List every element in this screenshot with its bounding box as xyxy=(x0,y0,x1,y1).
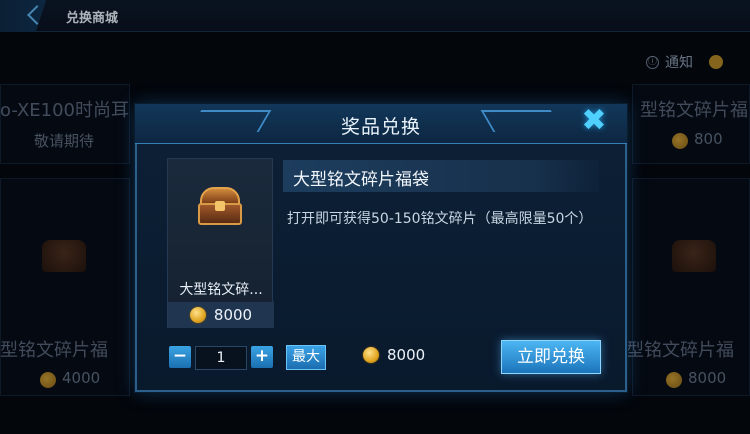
item-card-price: 8000 xyxy=(168,302,274,328)
item-card-name: 大型铭文碎... xyxy=(179,282,263,298)
quantity-minus-button[interactable]: − xyxy=(169,346,191,368)
quantity-plus-button[interactable]: + xyxy=(251,346,273,368)
exchange-modal: 奖品兑换 ✖ 大型铭文碎... 8000 大型铭文碎片福袋 打开即可获得50-1… xyxy=(135,104,627,392)
max-button[interactable]: 最大 xyxy=(286,345,326,370)
coin-icon xyxy=(189,307,206,323)
item-name: 大型铭文碎片福袋 xyxy=(293,170,429,190)
item-description: 打开即可获得50-150铭文碎片（最高限量50个） xyxy=(287,211,593,227)
chest-icon xyxy=(196,187,244,227)
item-price-value: 8000 xyxy=(213,306,253,324)
quantity-input[interactable]: 1 xyxy=(195,346,247,370)
total-price-value: 8000 xyxy=(387,346,426,364)
item-name-bar: 大型铭文碎片福袋 xyxy=(283,160,599,192)
modal-header: 奖品兑换 ✖ xyxy=(135,104,627,144)
total-price: 8000 xyxy=(363,346,425,364)
exchange-now-button[interactable]: 立即兑换 xyxy=(501,340,601,374)
modal-title: 奖品兑换 xyxy=(340,116,421,138)
coin-icon xyxy=(363,347,379,363)
close-icon[interactable]: ✖ xyxy=(577,106,611,136)
item-card: 大型铭文碎... 8000 xyxy=(167,158,274,328)
